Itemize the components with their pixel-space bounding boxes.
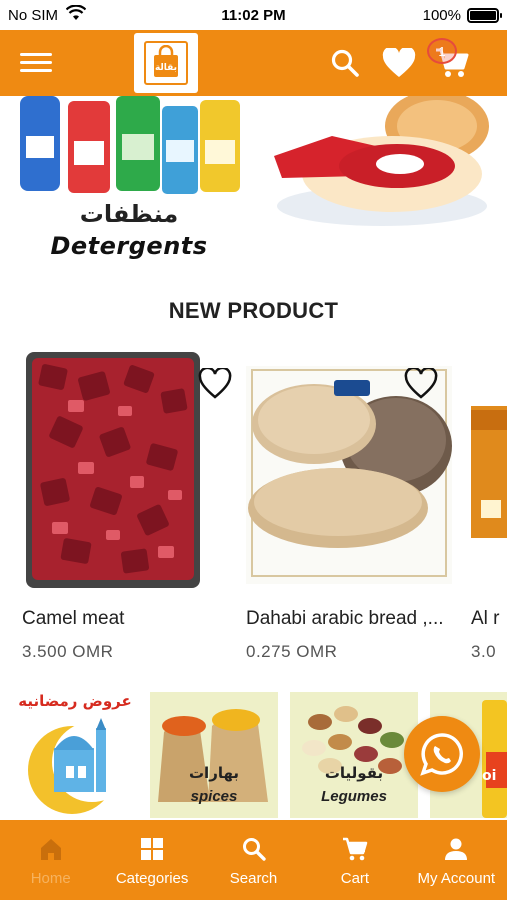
offer-label-arabic: oi <box>482 768 497 784</box>
category-label-arabic: منظفات <box>79 200 179 228</box>
offer-ramadan[interactable]: عروض رمضانيه <box>10 692 140 818</box>
product-card-camel-meat[interactable]: Camel meat 3.500 OMR <box>22 350 232 661</box>
favorite-heart-icon[interactable] <box>404 366 438 402</box>
heart-icon[interactable] <box>380 44 418 82</box>
hamburger-menu-icon[interactable] <box>20 48 60 78</box>
nav-label: Search <box>229 870 278 887</box>
nav-label: Categories <box>115 870 189 887</box>
status-left: No SIM <box>8 4 87 25</box>
nav-label: My Account <box>417 870 496 887</box>
battery-percent: 100% <box>422 6 461 24</box>
product-card-partial[interactable]: Al r 3.0 <box>471 350 507 670</box>
home-icon <box>40 839 61 860</box>
product-image-camel-meat <box>22 350 232 590</box>
offer-label-arabic: عروض رمضانيه <box>18 692 132 710</box>
product-image-dahabi-bread <box>246 350 452 590</box>
search-icon[interactable] <box>326 44 364 82</box>
product-name: Camel meat <box>22 608 125 629</box>
offer-label-arabic: بهارات <box>188 764 240 782</box>
category-detergents[interactable]: منظفات Detergents <box>10 96 248 266</box>
favorite-heart-icon[interactable] <box>198 366 232 402</box>
nav-label: Cart <box>340 870 370 887</box>
logo-bag-icon: بقالة <box>144 41 188 85</box>
product-price: 3.500 OMR <box>22 642 114 661</box>
product-image-partial <box>471 350 507 590</box>
bottom-navigation: Home Categories Search Cart My Account <box>0 820 507 900</box>
svg-text:بقالة: بقالة <box>155 63 177 73</box>
search-icon <box>242 838 266 861</box>
crescent-mosque-image <box>28 718 132 814</box>
nav-label: Home <box>30 870 71 887</box>
nav-my-account[interactable]: My Account <box>406 820 507 900</box>
status-right: 100% <box>422 6 502 24</box>
status-bar: No SIM 11:02 PM 100% <box>0 0 507 30</box>
nav-categories[interactable]: Categories <box>101 820 202 900</box>
nav-search[interactable]: Search <box>203 820 304 900</box>
carrier-label: No SIM <box>8 6 59 24</box>
offer-legumes[interactable]: بقوليات Legumes <box>290 692 418 818</box>
product-name: Dahabi arabic bread ,... <box>246 608 444 629</box>
category-meat[interactable] <box>262 96 492 236</box>
grid-icon <box>141 838 164 860</box>
product-price: 0.275 OMR <box>246 642 338 661</box>
store-logo[interactable]: بقالة <box>134 33 198 93</box>
offer-label-arabic: بقوليات <box>324 764 384 782</box>
person-icon <box>445 838 468 860</box>
nav-home[interactable]: Home <box>0 820 101 900</box>
meat-chicken-image <box>274 96 489 226</box>
battery-fill <box>470 10 496 20</box>
app-header: بقالة <box>0 30 507 96</box>
cart-icon <box>342 837 368 861</box>
battery-icon <box>467 7 502 23</box>
product-price: 3.0 <box>471 642 497 661</box>
offer-label-english: spices <box>190 788 238 805</box>
whatsapp-chat-button[interactable] <box>404 716 480 792</box>
detergent-bottles-image <box>10 96 248 201</box>
product-card-dahabi-bread[interactable]: Dahabi arabic bread ,... 0.275 OMR <box>246 350 452 661</box>
app-screen: No SIM 11:02 PM 100% بقالة 1 منظفات Dete… <box>0 0 507 900</box>
section-title-new-product: NEW PRODUCT <box>168 298 339 323</box>
nav-cart[interactable]: Cart <box>304 820 405 900</box>
offer-spices[interactable]: بهارات spices <box>150 692 278 818</box>
offer-label-english: Legumes <box>321 788 387 805</box>
whatsapp-icon <box>420 733 463 776</box>
product-name: Al r <box>471 608 500 629</box>
wifi-icon <box>65 4 87 25</box>
category-label-english: Detergents <box>50 232 208 260</box>
cart-count-badge: 1 <box>427 38 457 64</box>
